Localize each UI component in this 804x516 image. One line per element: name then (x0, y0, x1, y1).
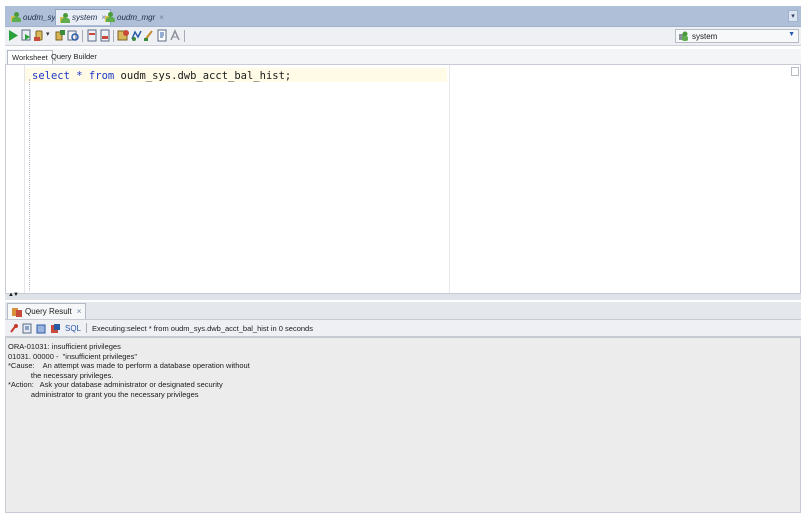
output-line: 01031. 00000 - "insufficient privileges" (8, 351, 138, 361)
output-line: *Cause: An attempt was made to perform a… (8, 361, 250, 370)
sql-statement[interactable]: select * from oudm_sys.dwb_acct_bal_hist… (32, 70, 291, 82)
connection-icon (679, 31, 688, 41)
tab-oudm-mgr[interactable]: oudm_mgr × (101, 9, 168, 25)
toolbar-separator (86, 323, 88, 333)
keyword-select: select (32, 70, 70, 82)
connection-icon (60, 12, 70, 23)
keyword-from: from (88, 70, 115, 82)
tab-label: system (72, 13, 98, 22)
worksheet-toolbar: ▾ system ▼ (5, 27, 801, 46)
output-line: the necessary privileges. (8, 370, 114, 380)
autotrace-icon[interactable] (86, 29, 98, 42)
dropdown-arrow-icon[interactable]: ▾ (46, 30, 50, 38)
toolbar-separator (184, 30, 185, 42)
format-icon[interactable] (156, 29, 168, 42)
tab-query-result[interactable]: Query Result × (7, 303, 87, 319)
run-script-icon[interactable] (20, 29, 32, 42)
connection-select-value: system (692, 31, 718, 41)
execution-status: Executing:select * from oudm_sys.dwb_acc… (92, 323, 313, 333)
connection-icon (105, 12, 115, 22)
result-output[interactable]: ORA-01031: insufficient privileges 01031… (5, 337, 801, 513)
chevron-down-icon: ▼ (788, 31, 795, 38)
close-tab-icon[interactable]: × (77, 307, 82, 316)
tab-label: Query Result (25, 307, 72, 316)
refresh-icon[interactable] (22, 323, 33, 334)
scrollbar-corner[interactable] (791, 67, 799, 76)
run-statement-icon[interactable] (7, 29, 19, 42)
history-icon[interactable] (130, 29, 142, 42)
sql-icon[interactable] (50, 323, 61, 334)
tab-worksheet[interactable]: Worksheet (7, 50, 53, 64)
table-name: oudm_sys.dwb_acct_bal_hist; (120, 70, 292, 82)
editor-subtabs: Worksheet Query Builder (5, 49, 801, 65)
indent-guide (29, 79, 30, 291)
clear-icon[interactable] (143, 29, 155, 42)
tab-label: oudm_sys (23, 12, 60, 22)
commit-icon[interactable] (33, 29, 45, 42)
operator-star: * (76, 70, 83, 82)
find-icon[interactable] (169, 29, 181, 42)
connection-icon (11, 12, 21, 22)
tab-label: oudm_mgr (117, 12, 156, 22)
sql-editor[interactable]: select * from oudm_sys.dwb_acct_bal_hist… (5, 64, 801, 294)
query-result-icon (12, 307, 22, 317)
export-icon[interactable] (36, 323, 47, 334)
result-tab-bar: Query Result × (5, 302, 801, 320)
unshared-sql-icon[interactable] (117, 29, 129, 42)
connection-select[interactable]: system ▼ (675, 29, 799, 43)
output-line: ORA-01031: insufficient privileges (8, 342, 121, 351)
line-gutter (6, 65, 25, 293)
rollback-icon[interactable] (54, 29, 66, 42)
sql-link[interactable]: SQL (65, 324, 81, 333)
tab-query-builder[interactable]: Query Builder (47, 50, 101, 64)
sql-tuning-icon[interactable] (99, 29, 111, 42)
output-line: *Action: Ask your database administrator… (8, 380, 223, 389)
collapse-arrows-icon[interactable]: ▲▼ (8, 292, 19, 298)
result-toolbar: SQL Executing:select * from oudm_sys.dwb… (5, 320, 801, 337)
pin-icon[interactable] (9, 323, 19, 334)
right-margin-line (449, 65, 450, 293)
output-line: administrator to grant you the necessary… (8, 389, 199, 399)
tab-list-dropdown-icon[interactable]: ▾ (788, 10, 798, 22)
toolbar-separator (113, 30, 114, 42)
close-tab-icon[interactable]: × (159, 13, 164, 22)
explain-plan-icon[interactable] (67, 29, 79, 42)
panel-splitter[interactable]: ▲▼ (5, 292, 801, 300)
document-tab-bar: oudm_sys system × oudm_mgr × ▾ (5, 6, 801, 27)
toolbar-separator (82, 30, 83, 42)
